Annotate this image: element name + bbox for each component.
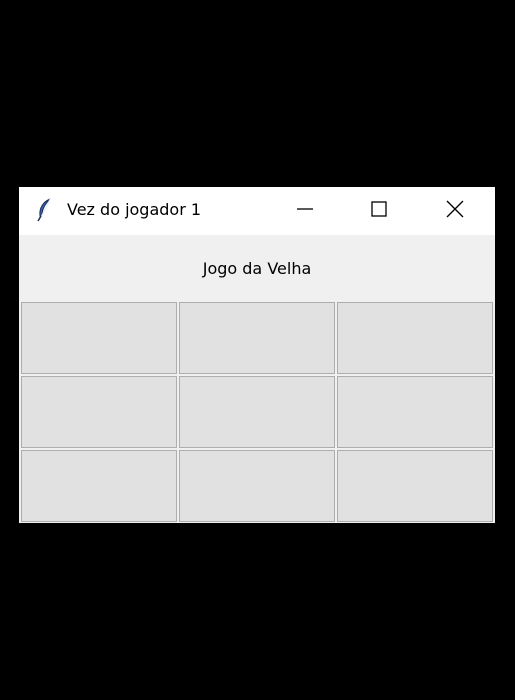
close-icon xyxy=(445,199,465,223)
board-cell-3-3[interactable] xyxy=(337,450,493,522)
board-cell-1-1[interactable] xyxy=(21,302,177,374)
board-cell-2-2[interactable] xyxy=(179,376,335,448)
board-cell-3-2[interactable] xyxy=(179,450,335,522)
maximize-button[interactable] xyxy=(349,187,409,235)
minimize-button[interactable] xyxy=(275,187,335,235)
minimize-icon xyxy=(295,199,315,223)
window-title: Vez do jogador 1 xyxy=(67,200,202,219)
board-cell-3-1[interactable] xyxy=(21,450,177,522)
title-bar[interactable]: Vez do jogador 1 xyxy=(19,187,495,235)
board-cell-1-2[interactable] xyxy=(179,302,335,374)
board-cell-2-3[interactable] xyxy=(337,376,493,448)
game-heading: Jogo da Velha xyxy=(202,258,312,278)
game-board xyxy=(19,301,495,523)
board-cell-1-3[interactable] xyxy=(337,302,493,374)
maximize-icon xyxy=(369,199,389,223)
close-button[interactable] xyxy=(425,187,485,235)
board-cell-2-1[interactable] xyxy=(21,376,177,448)
feather-icon xyxy=(35,198,55,222)
game-window: Vez do jogador 1 Jogo da Velha xyxy=(19,187,495,523)
